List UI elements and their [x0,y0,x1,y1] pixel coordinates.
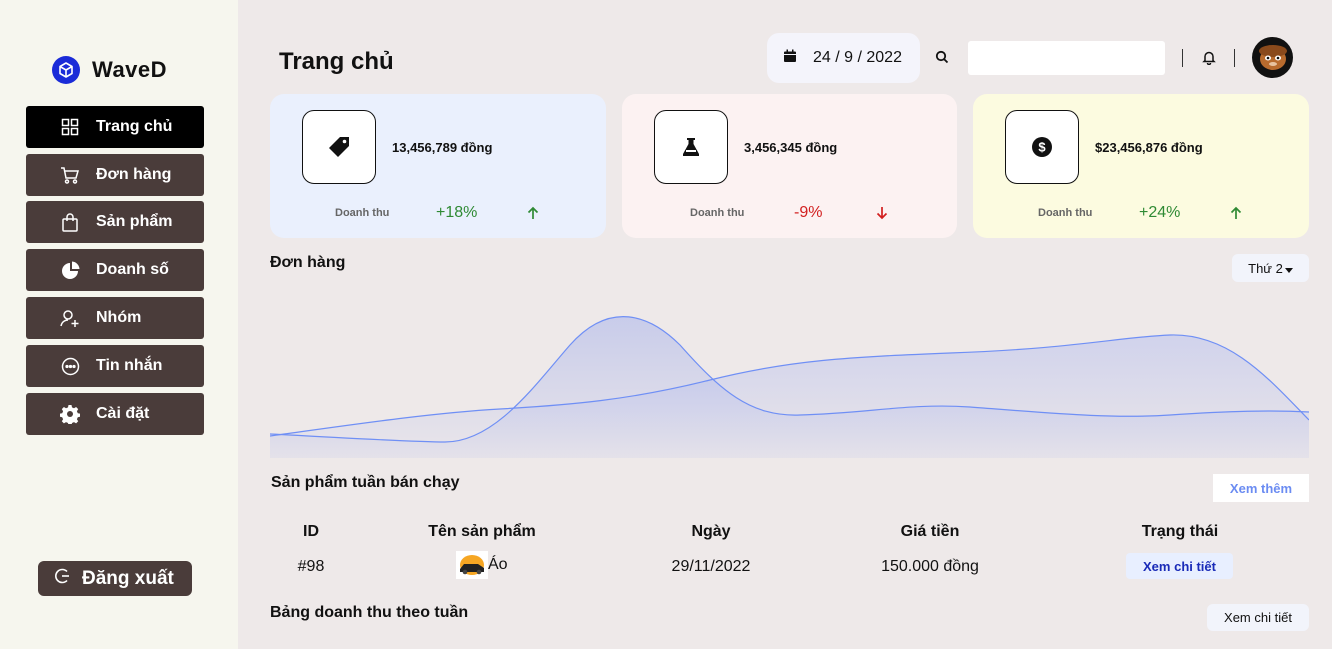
brand-logo[interactable]: WaveD [52,56,167,84]
grid-icon [60,117,80,137]
sidebar-item-label: Sản phẩm [96,213,173,230]
arrow-up-icon [1229,206,1243,225]
stat-amount: 13,456,789 đồng [392,140,493,155]
stat-amount: 3,456,345 đồng [744,140,838,155]
stat-amount: $23,456,876 đồng [1095,140,1203,155]
dollar-icon: $ [1005,110,1079,184]
sidebar-item-label: Cài đặt [96,405,150,422]
sidebar-item-nhom[interactable]: Nhóm [26,297,204,339]
bell-icon[interactable] [1202,50,1216,70]
sidebar-item-san-pham[interactable]: Sản phẩm [26,201,204,243]
cube-icon [52,56,80,84]
sidebar-item-label: Doanh số [96,261,169,278]
arrow-down-icon [875,206,889,225]
search-icon[interactable] [935,50,949,69]
pie-chart-icon [60,260,80,280]
user-add-icon [60,308,80,328]
column-header-date: Ngày [691,523,731,540]
sidebar-item-label: Nhóm [96,309,142,326]
divider [1182,49,1183,67]
avatar[interactable] [1252,37,1293,78]
calendar-icon [783,49,797,68]
date-picker[interactable]: 24 / 9 / 2022 [767,33,920,83]
stat-card-revenue-3[interactable]: $ $23,456,876 đồng Doanh thu +24% [973,94,1309,238]
stat-change: -9% [794,204,823,221]
stat-card-revenue-1[interactable]: 13,456,789 đồng Doanh thu +18% [270,94,606,238]
day-select-value: Thứ 2 [1248,260,1283,276]
view-detail-button[interactable]: Xem chi tiết [1126,553,1233,579]
sidebar-item-label: Trang chủ [96,118,173,135]
top-products-title: Sản phẩm tuần bán chạy [271,474,460,491]
product-thumbnail [456,551,488,579]
column-header-id: ID [303,523,319,540]
column-header-price: Giá tiền [900,523,960,540]
date-value: 24 / 9 / 2022 [813,49,902,66]
sidebar-item-label: Tin nhắn [96,357,163,374]
sidebar-item-tin-nhan[interactable]: Tin nhắn [26,345,204,387]
cell-price: 150.000 đồng [881,558,979,575]
weekly-detail-button[interactable]: Xem chi tiết [1207,604,1309,631]
stat-change: +24% [1139,204,1181,221]
cell-id: #98 [297,558,325,575]
sidebar-item-label: Đơn hàng [96,166,172,183]
orders-chart [270,316,1309,458]
cart-icon [60,165,80,185]
message-icon [60,356,80,376]
search-input[interactable] [968,41,1165,75]
flask-icon [654,110,728,184]
cell-date: 29/11/2022 [671,558,751,575]
svg-text:$: $ [1038,140,1046,155]
sidebar-item-don-hang[interactable]: Đơn hàng [26,154,204,196]
orders-title: Đơn hàng [270,254,346,271]
logout-button[interactable]: Đăng xuất [38,561,192,596]
sidebar: WaveD Trang chủ Đơn hàng Sản phẩm Doanh … [0,0,238,649]
logout-icon [54,567,72,591]
bag-icon [60,212,80,232]
weekly-revenue-title: Bảng doanh thu theo tuần [270,604,469,621]
column-header-status: Trạng thái [1141,523,1219,540]
stat-card-revenue-2[interactable]: 3,456,345 đồng Doanh thu -9% [622,94,957,238]
sidebar-item-doanh-so[interactable]: Doanh số [26,249,204,291]
stat-label: Doanh thu [1038,207,1093,219]
column-header-name: Tên sản phẩm [428,523,536,540]
view-more-button[interactable]: Xem thêm [1213,474,1309,502]
stat-label: Doanh thu [335,207,390,219]
sidebar-item-trang-chu[interactable]: Trang chủ [26,106,204,148]
gear-icon [60,404,80,424]
divider [1234,49,1235,67]
page-title: Trang chủ [279,48,394,75]
day-select[interactable]: Thứ 2 [1232,254,1309,282]
caret-down-icon [1284,261,1293,276]
stat-label: Doanh thu [690,207,745,219]
price-tag-icon [302,110,376,184]
logout-label: Đăng xuất [82,567,174,589]
product-name: Áo [488,556,508,573]
sidebar-item-cai-dat[interactable]: Cài đặt [26,393,204,435]
arrow-up-icon [526,206,540,225]
cell-product[interactable]: Áo [456,551,526,579]
brand-name: WaveD [92,57,168,82]
stat-change: +18% [436,204,478,221]
